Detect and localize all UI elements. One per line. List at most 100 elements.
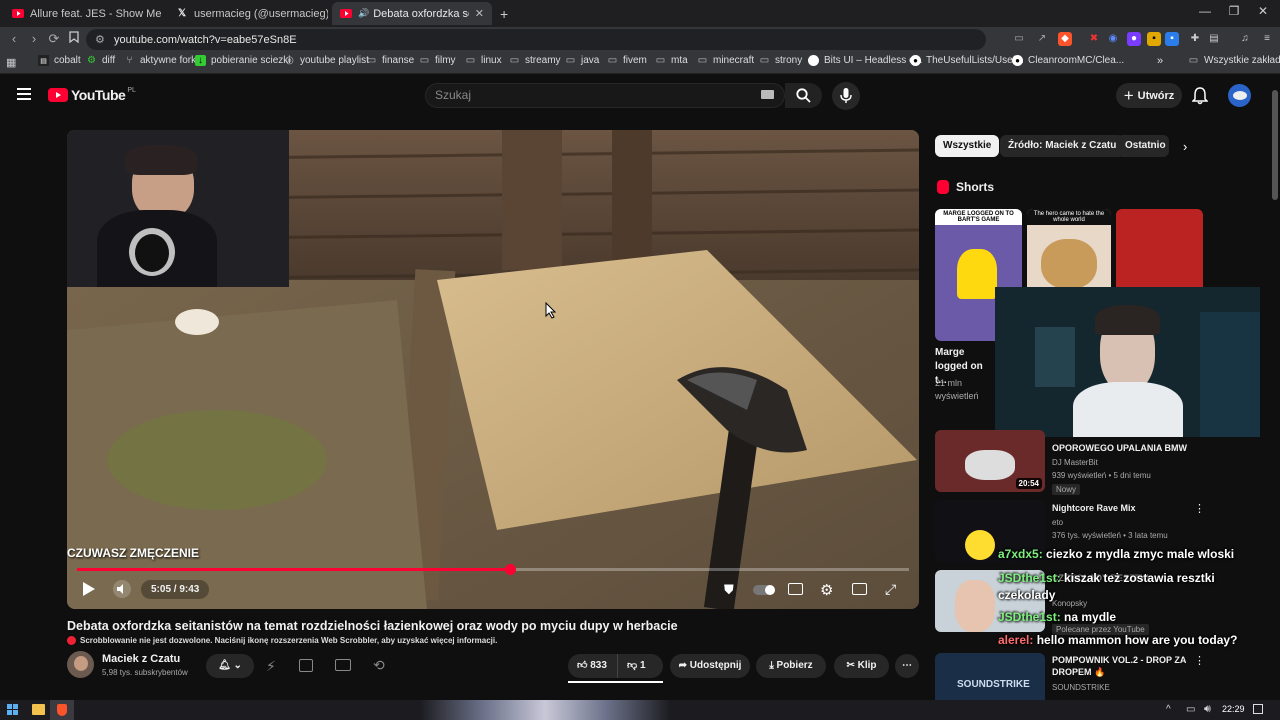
forward-icon[interactable]: › bbox=[26, 31, 42, 47]
media-icon[interactable]: ♫ bbox=[1238, 32, 1252, 46]
extensions-puzzle-icon[interactable]: ✚ bbox=[1188, 32, 1202, 46]
bookmark-bits-ui[interactable]: Bits UI – Headless c... bbox=[808, 55, 922, 66]
subtitles-icon[interactable] bbox=[788, 583, 803, 595]
notifications-bell-icon[interactable] bbox=[1191, 87, 1209, 108]
avatar[interactable] bbox=[1228, 84, 1251, 107]
tab-allure[interactable]: Allure feat. JES - Show Me the Way (I bbox=[4, 2, 164, 25]
dislike-button[interactable]: 👎︎ 1 bbox=[617, 654, 663, 678]
autoplay-toggle[interactable] bbox=[753, 585, 775, 595]
extension-icon[interactable]: ● bbox=[1127, 32, 1141, 46]
voice-search-button[interactable] bbox=[832, 82, 860, 110]
more-bookmarks-icon[interactable]: » bbox=[1157, 55, 1163, 67]
all-bookmarks[interactable]: ▭ Wszystkie zakładki bbox=[1188, 55, 1280, 66]
progress-fill bbox=[77, 568, 510, 571]
play-icon[interactable] bbox=[83, 582, 95, 599]
video-thumbnail[interactable]: 20:54 bbox=[935, 430, 1045, 492]
sidebar-icon[interactable]: ▤ bbox=[1207, 32, 1221, 46]
bookmark-folder-fivem[interactable]: ▭ fivem bbox=[607, 55, 647, 66]
network-icon[interactable]: ▭ bbox=[1186, 704, 1195, 715]
bookmark-folder-streamy[interactable]: ▭ streamy bbox=[509, 55, 561, 66]
brave-shield-icon[interactable]: ◆ bbox=[1058, 32, 1072, 46]
bookmark-folder-java[interactable]: ▭ java bbox=[565, 55, 600, 66]
bookmark-usefullists[interactable]: ● TheUsefulLists/Usef... bbox=[910, 55, 1024, 66]
bookmark-folder-strony[interactable]: ▭ strony bbox=[759, 55, 802, 66]
tray-chevron-icon[interactable]: ^ bbox=[1166, 704, 1171, 715]
youtube-logo[interactable]: YouTube PL bbox=[48, 87, 136, 103]
chip-source-channel[interactable]: Źródło: Maciek z Czatu bbox=[1000, 135, 1125, 157]
video-title[interactable]: POMPOWNIK VOL.2 - DROP ZA DROPEM 🔥 bbox=[1052, 654, 1192, 678]
channel-name[interactable]: Maciek z Czatu bbox=[102, 653, 180, 665]
subscribed-bell-button[interactable]: 🔔︎ ⌄ bbox=[206, 654, 254, 678]
video-title[interactable]: Nightcore Rave Mix bbox=[1052, 502, 1192, 514]
back-icon[interactable]: ‹ bbox=[6, 31, 22, 47]
file-explorer-icon[interactable] bbox=[32, 704, 45, 715]
bookmark-folder-mta[interactable]: ▭ mta bbox=[655, 55, 688, 66]
keyboard-icon[interactable] bbox=[761, 90, 774, 99]
bookmark-youtube-playlist[interactable]: ◎ youtube playlist bbox=[284, 55, 369, 66]
brave-taskbar-button[interactable] bbox=[50, 700, 74, 720]
create-button[interactable]: + Utwórz bbox=[1116, 83, 1182, 108]
miniplayer-icon[interactable] bbox=[335, 659, 351, 671]
loop-icon[interactable]: ⟲ bbox=[373, 657, 385, 674]
close-window-button[interactable]: ✕ bbox=[1253, 4, 1273, 18]
volume-tray-icon[interactable]: 🔊︎ bbox=[1204, 703, 1211, 716]
extension-icon[interactable]: ▪ bbox=[1165, 32, 1179, 46]
clip-button[interactable]: ✂ Klip bbox=[834, 654, 889, 678]
search-button[interactable] bbox=[785, 83, 822, 108]
settings-gear-icon[interactable]: ⚙ bbox=[820, 581, 833, 599]
more-actions-button[interactable]: ⋯ bbox=[895, 654, 919, 678]
search-input[interactable]: Szukaj bbox=[425, 83, 785, 108]
chip-recent[interactable]: Ostatnio p bbox=[1117, 135, 1169, 157]
download-button[interactable]: ⤓ Pobierz bbox=[756, 654, 826, 678]
bookmark-label: strony bbox=[775, 55, 803, 66]
bookmark-folder-linux[interactable]: ▭ linux bbox=[465, 55, 502, 66]
minimize-button[interactable]: — bbox=[1195, 4, 1215, 18]
extension-icon[interactable]: ▪ bbox=[1147, 32, 1161, 46]
share-button[interactable]: ➦ Udostępnij bbox=[670, 654, 750, 678]
chip-wszystkie[interactable]: Wszystkie bbox=[935, 135, 1000, 157]
bookmark-diff[interactable]: ⚙ diff bbox=[86, 55, 115, 66]
extension-icon[interactable]: ✖ bbox=[1087, 32, 1101, 46]
more-options-icon[interactable]: ⋮ bbox=[1194, 502, 1205, 515]
address-bar[interactable]: ⚙ youtube.com/watch?v=eabe57eSn8E bbox=[86, 29, 986, 50]
restore-button[interactable]: ❐ bbox=[1224, 4, 1244, 18]
new-tab-button[interactable]: + bbox=[500, 6, 508, 22]
theater-mode-icon[interactable] bbox=[852, 583, 867, 595]
bookmark-pobieranie[interactable]: ↓ pobieranie sciezki bbox=[195, 55, 291, 66]
menu-icon[interactable]: ≡ bbox=[1260, 32, 1274, 46]
sponsorblock-icon[interactable]: ⛊ bbox=[724, 582, 734, 598]
like-button[interactable]: 👍︎ 833 bbox=[568, 654, 617, 678]
bookmark-aktywne-forki[interactable]: ⑂ aktywne forki bbox=[124, 55, 199, 66]
more-options-icon[interactable]: ⋮ bbox=[1194, 654, 1205, 667]
extension-icon[interactable]: ◉ bbox=[1106, 32, 1120, 46]
video-title[interactable]: OPOROWEGO UPALANIA BMW bbox=[1052, 442, 1192, 454]
image-icon[interactable] bbox=[299, 659, 313, 672]
bookmark-folder-filmy[interactable]: ▭ filmy bbox=[419, 55, 456, 66]
bookmark-cobalt[interactable]: ▤ cobalt bbox=[38, 55, 81, 66]
bookmark-icon[interactable] bbox=[66, 31, 82, 47]
scrubber-handle[interactable] bbox=[504, 564, 516, 575]
apps-grid-icon[interactable]: ▦ bbox=[6, 56, 16, 69]
bookmark-folder-minecraft[interactable]: ▭ minecraft bbox=[697, 55, 754, 66]
site-info-icon[interactable]: ⚙ bbox=[95, 33, 105, 46]
tab-debata[interactable]: 🔊 Debata oxfordzka seitanistów ✕ bbox=[332, 2, 492, 25]
bookmark-cleanroom[interactable]: ● CleanroomMC/Clea... bbox=[1012, 55, 1124, 66]
volume-icon[interactable] bbox=[113, 580, 131, 598]
chevron-right-icon[interactable]: › bbox=[1183, 139, 1187, 154]
clock[interactable]: 22:29 bbox=[1222, 704, 1245, 714]
cast-icon[interactable]: ▭ bbox=[1012, 32, 1026, 46]
page-scrollbar[interactable] bbox=[1272, 90, 1278, 200]
start-icon[interactable] bbox=[7, 704, 18, 715]
share-icon[interactable]: ↗ bbox=[1035, 32, 1049, 46]
notifications-icon[interactable] bbox=[1253, 704, 1263, 714]
hamburger-menu-icon[interactable] bbox=[17, 88, 31, 100]
lightning-icon[interactable]: ⚡︎ bbox=[266, 658, 276, 675]
tab-x[interactable]: 𝕏 usermacieg (@usermacieg) / X bbox=[168, 2, 328, 25]
reload-icon[interactable]: ⟳ bbox=[46, 31, 62, 47]
video-player[interactable]: CZUWASZ ZMĘCZENIE 5:05 / 9:43 ⛊ ⚙ ⤢ bbox=[67, 130, 919, 609]
channel-avatar[interactable] bbox=[67, 651, 94, 678]
close-tab-icon[interactable]: ✕ bbox=[469, 7, 484, 20]
progress-bar[interactable] bbox=[77, 564, 909, 575]
bookmark-folder-finanse[interactable]: ▭ finanse bbox=[366, 55, 414, 66]
fullscreen-icon[interactable]: ⤢ bbox=[885, 581, 896, 598]
